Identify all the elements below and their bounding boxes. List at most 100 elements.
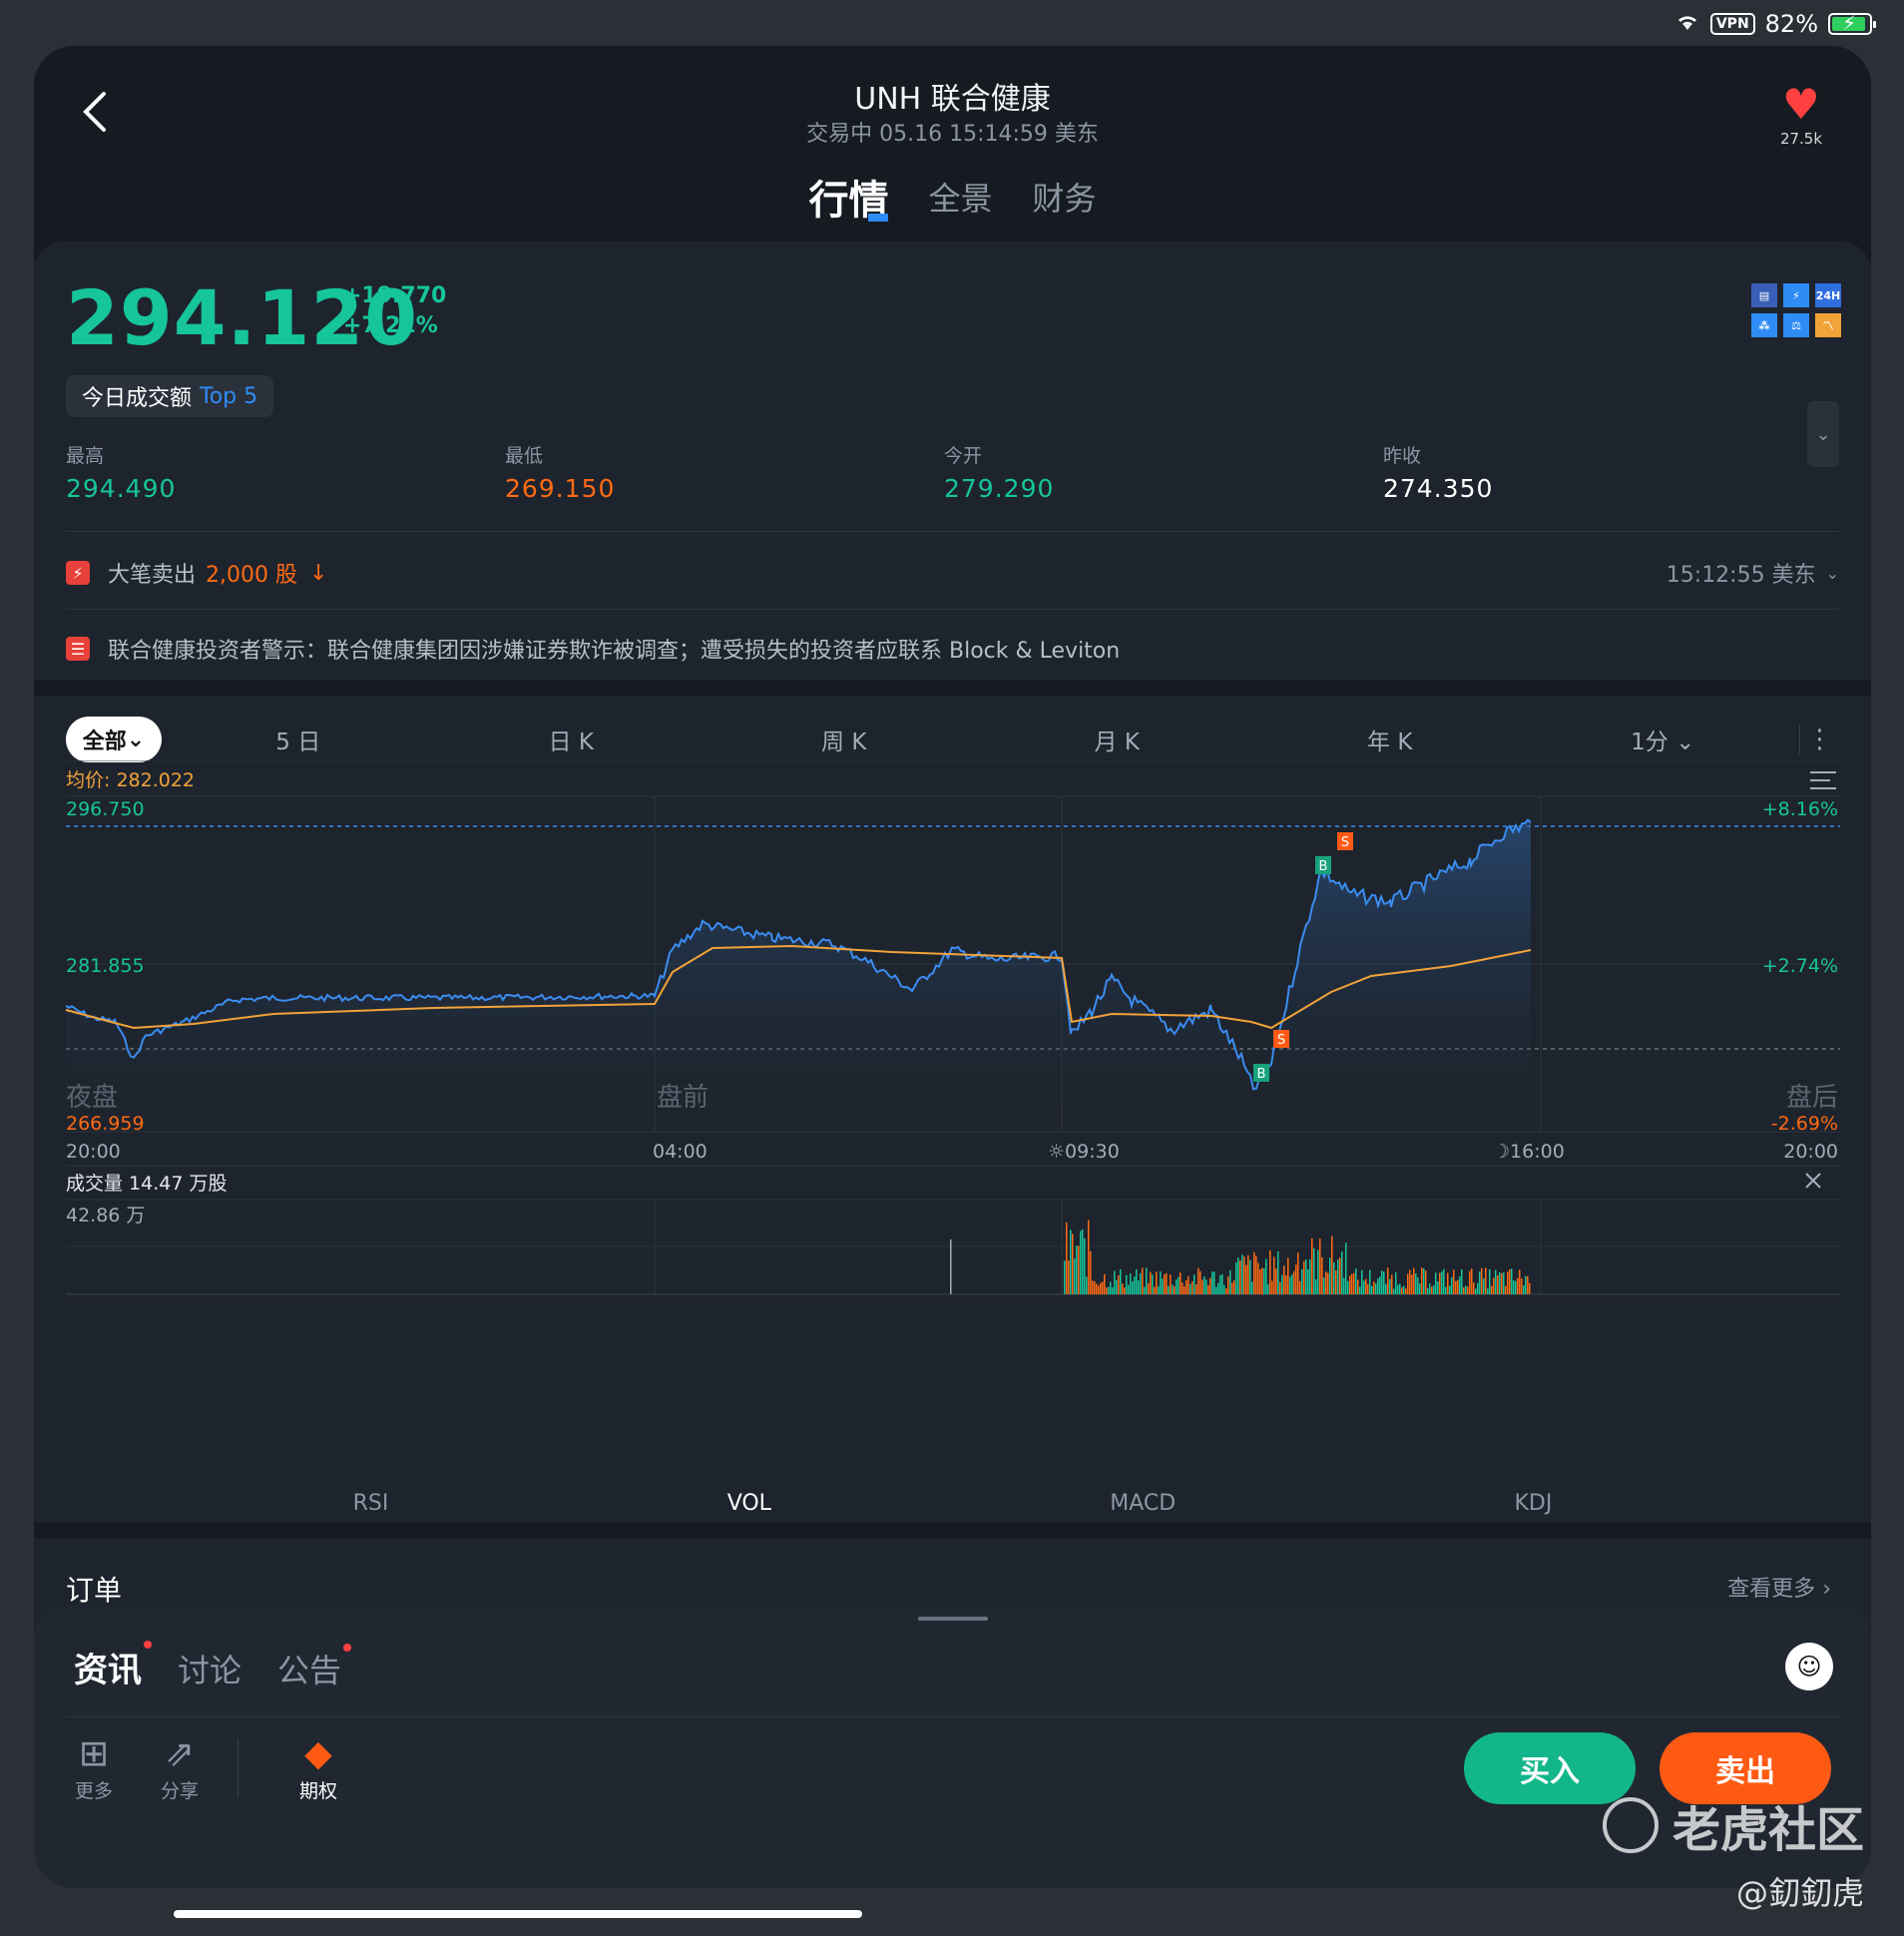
volume-bar	[1152, 1274, 1154, 1294]
us-flag-icon: ▤	[1751, 283, 1777, 307]
volume-bar	[1405, 1288, 1407, 1294]
period-5d[interactable]: 5 日	[162, 723, 435, 756]
share-button[interactable]: ⇗ 分享	[152, 1732, 208, 1803]
volume-bar	[1317, 1249, 1319, 1294]
volume-bar	[1525, 1275, 1527, 1294]
tab-financials[interactable]: 财务	[1033, 174, 1097, 232]
chip-text: 今日成交额	[82, 386, 193, 411]
period-all[interactable]: 全部 ⌄	[66, 717, 162, 762]
tab-label: 公告	[277, 1652, 342, 1690]
volume-bar	[1080, 1230, 1082, 1294]
watermark-user: @釖釖虎	[1735, 1874, 1864, 1912]
volume-bar	[1485, 1267, 1487, 1294]
volume-bar	[1174, 1286, 1176, 1294]
header: UNH 联合健康 交易中 05.16 15:14:59 美东 ♥ 27.5k 行…	[34, 46, 1871, 242]
volume-bar	[1281, 1274, 1283, 1294]
volume-bar	[1429, 1283, 1431, 1294]
news-alert-row[interactable]: ☰ 联合健康投资者警示：联合健康集团因涉嫌证券欺诈被调查；遭受损失的投资者应联系…	[66, 627, 1839, 671]
volume-bar	[1385, 1283, 1387, 1294]
volume-bar	[1271, 1280, 1273, 1294]
volume-bar	[1373, 1281, 1375, 1294]
news-tabs: 资讯 讨论 公告	[74, 1641, 352, 1692]
volume-bar	[1319, 1238, 1321, 1294]
volume-bar	[1164, 1273, 1166, 1294]
volume-bar	[1445, 1286, 1447, 1294]
volume-bar	[1092, 1280, 1094, 1294]
expand-stats-button[interactable]: ⌄	[1807, 401, 1839, 467]
orders-view-more-link[interactable]: 查看更多 ›	[1727, 1571, 1831, 1603]
volume-bar	[1523, 1284, 1525, 1294]
volume-bar	[1345, 1242, 1347, 1294]
volume-bar	[1219, 1274, 1221, 1294]
tab-news[interactable]: 资讯	[74, 1641, 152, 1692]
volume-bar	[1132, 1280, 1134, 1294]
volume-bar	[1509, 1268, 1511, 1294]
indicator-settings-icon[interactable]	[1810, 771, 1836, 789]
stat-value: 269.150	[505, 474, 616, 503]
volume-bar	[1118, 1274, 1120, 1294]
indicator-kdj[interactable]: KDJ	[1514, 1491, 1552, 1516]
tab-quote[interactable]: 行情	[808, 168, 889, 226]
pct-mid-label: +2.74%	[1762, 955, 1838, 977]
volume-bar	[1190, 1283, 1191, 1294]
indicator-vol[interactable]: VOL	[727, 1491, 771, 1516]
top-tabs: 行情 全景 财务	[34, 174, 1871, 232]
turnover-rank-chip[interactable]: 今日成交额 Top 5	[66, 375, 274, 417]
indicator-macd[interactable]: MACD	[1110, 1491, 1176, 1516]
volume-bar	[1086, 1276, 1088, 1294]
tab-overview[interactable]: 全景	[928, 174, 992, 232]
ai-assistant-robot-icon[interactable]: ☺	[1785, 1643, 1833, 1691]
status-bar: VPN 82% ⚡	[1674, 8, 1876, 40]
volume-bar	[1241, 1254, 1243, 1294]
volume-bar	[1265, 1258, 1267, 1294]
market-badges[interactable]: ▤ ⚡ 24H ⁂ ⚖ 〽	[1751, 283, 1841, 337]
close-volume-icon[interactable]	[1805, 1173, 1821, 1189]
volume-bar	[1323, 1277, 1325, 1294]
pct-low-label: -2.69%	[1771, 1113, 1838, 1135]
period-year[interactable]: 年 K	[1253, 723, 1527, 756]
watermark-brand-text: 老虎社区	[1671, 1802, 1864, 1858]
volume-bar	[1349, 1275, 1351, 1294]
volume-bar	[1162, 1278, 1164, 1294]
options-button[interactable]: ◆ 期权	[268, 1732, 368, 1803]
sheet-handle[interactable]	[918, 1617, 988, 1621]
change-value: +19.770	[343, 283, 447, 308]
trade-marker[interactable]: B	[1315, 856, 1331, 874]
time-label: ☽16:00	[1493, 1141, 1565, 1163]
volume-bar	[1493, 1277, 1495, 1294]
volume-bar	[1365, 1278, 1367, 1294]
volume-bar	[1255, 1255, 1257, 1294]
home-indicator[interactable]	[174, 1910, 862, 1918]
trade-marker[interactable]: S	[1273, 1030, 1289, 1048]
volume-bar	[1467, 1286, 1469, 1294]
stat-value: 274.350	[1383, 474, 1494, 503]
more-vertical-icon[interactable]: ⋮	[1799, 725, 1839, 754]
period-month[interactable]: 月 K	[981, 723, 1254, 756]
tab-discussion[interactable]: 讨论	[178, 1646, 241, 1692]
period-week[interactable]: 周 K	[708, 723, 981, 756]
volume-bar	[1259, 1268, 1261, 1294]
period-day[interactable]: 日 K	[435, 723, 709, 756]
volume-bar	[1134, 1276, 1136, 1294]
volume-bar	[1201, 1279, 1203, 1294]
toolbar: ⊞ 更多 ⇗ 分享 ◆ 期权	[66, 1732, 368, 1803]
tab-announcements[interactable]: 公告	[277, 1644, 352, 1692]
volume-bar	[1501, 1272, 1503, 1294]
volume-bar	[1130, 1273, 1132, 1294]
indicator-rsi[interactable]: RSI	[353, 1491, 389, 1516]
period-interval[interactable]: 1分 ⌄	[1527, 723, 1800, 756]
view-more-label: 查看更多	[1727, 1577, 1816, 1602]
volume-bar	[1178, 1276, 1180, 1294]
volume-bar	[1211, 1271, 1213, 1294]
volume-bar	[1353, 1272, 1355, 1294]
volume-bar	[1102, 1281, 1104, 1294]
chevron-down-icon: ⌄	[1815, 423, 1831, 445]
price-chart[interactable]: 均价: 282.022 296.750 +8.16% 281.855 +2.74…	[34, 760, 1871, 1529]
avg-price-label: 均价: 282.022	[66, 769, 195, 791]
volume-bar	[1495, 1269, 1497, 1294]
more-button[interactable]: ⊞ 更多	[66, 1732, 122, 1803]
trade-marker[interactable]: B	[1253, 1064, 1269, 1082]
trade-marker[interactable]: S	[1337, 832, 1353, 850]
favorite-button[interactable]: ♥ 27.5k	[1771, 84, 1831, 149]
trade-alert-row[interactable]: ⚡ 大笔卖出 2,000 股 ↓ 15:12:55 美东 ⌄	[66, 551, 1839, 595]
